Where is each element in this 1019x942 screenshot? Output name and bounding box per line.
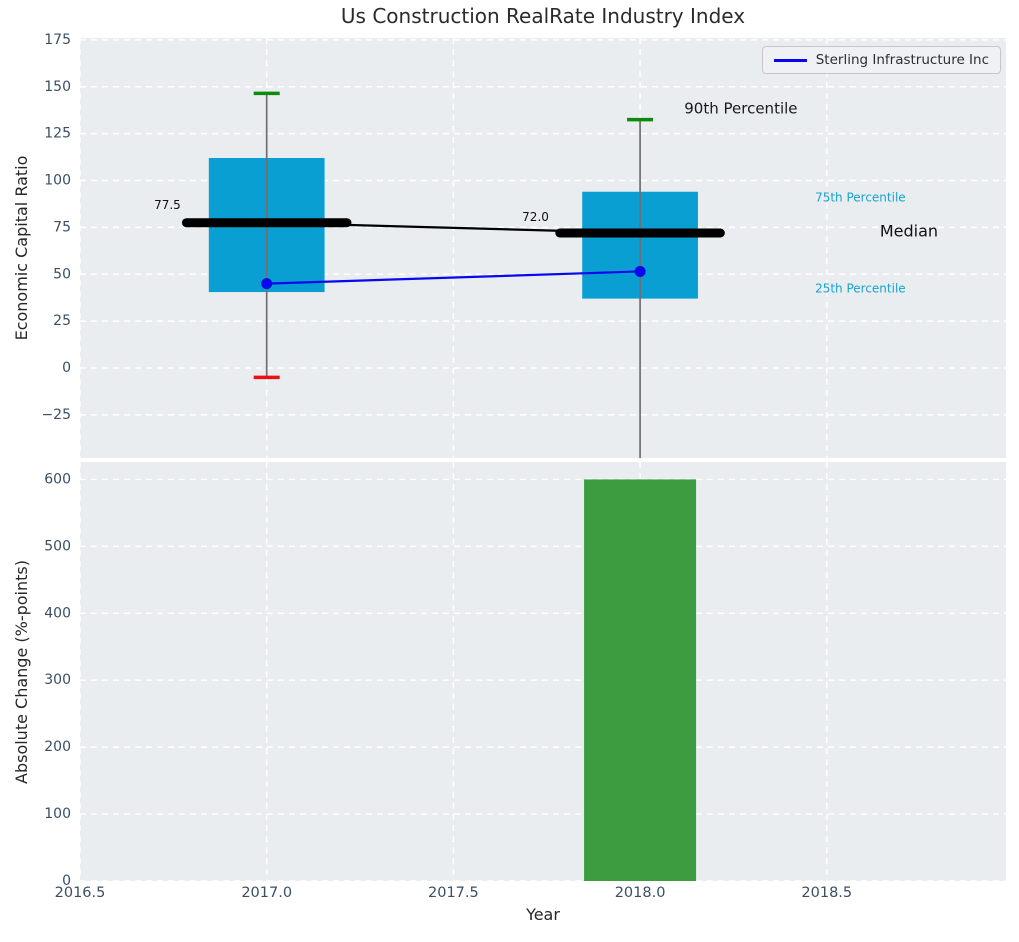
- bottom-y-axis-label: Absolute Change (%-points): [12, 462, 32, 882]
- top-y-tick-label: 75: [53, 219, 71, 235]
- legend-line-swatch: [774, 59, 807, 62]
- top-y-tick-label: 25: [53, 313, 71, 329]
- legend: Sterling Infrastructure Inc: [762, 46, 1001, 74]
- annotation-75th-percentile: 75th Percentile: [815, 190, 906, 204]
- top-y-tick-label: 175: [44, 32, 71, 48]
- bottom-y-tick-label: 500: [44, 538, 71, 554]
- change-bar: [584, 479, 696, 881]
- annotation-72-0: 72.0: [522, 210, 549, 224]
- x-tick-label: 2018.5: [801, 885, 852, 901]
- bottom-y-tick-label: 400: [44, 605, 71, 621]
- top-y-axis-label: Economic Capital Ratio: [12, 38, 32, 458]
- x-tick-label: 2017.5: [428, 885, 479, 901]
- annotation-25th-percentile: 25th Percentile: [815, 281, 906, 295]
- x-axis-label: Year: [80, 905, 1006, 924]
- top-y-tick-label: 150: [44, 79, 71, 95]
- bottom-y-tick-label: 200: [44, 739, 71, 755]
- chart-canvas: 1751501251007550250−25010020030040050060…: [0, 0, 1019, 942]
- top-y-tick-label: −25: [41, 407, 71, 423]
- top-y-tick-label: 100: [44, 173, 71, 189]
- legend-label: Sterling Infrastructure Inc: [816, 52, 989, 68]
- x-tick-label: 2017.0: [241, 885, 292, 901]
- x-tick-label: 2016.5: [55, 885, 106, 901]
- series-point: [261, 278, 272, 289]
- figure: 1751501251007550250−25010020030040050060…: [0, 0, 1019, 942]
- top-y-tick-label: 0: [62, 360, 71, 376]
- bottom-y-tick-label: 600: [44, 471, 71, 487]
- bottom-y-tick-label: 100: [44, 806, 71, 822]
- chart-title: Us Construction RealRate Industry Index: [80, 4, 1006, 28]
- annotation-90th-percentile: 90th Percentile: [684, 99, 797, 117]
- bottom-y-tick-label: 300: [44, 672, 71, 688]
- annotation-median: Median: [880, 222, 938, 241]
- x-tick-label: 2018.0: [615, 885, 666, 901]
- plot-area-bottom: [80, 462, 1006, 881]
- top-y-tick-label: 125: [44, 126, 71, 142]
- top-y-tick-label: 50: [53, 266, 71, 282]
- annotation-77-5: 77.5: [154, 198, 181, 212]
- series-point: [635, 266, 646, 277]
